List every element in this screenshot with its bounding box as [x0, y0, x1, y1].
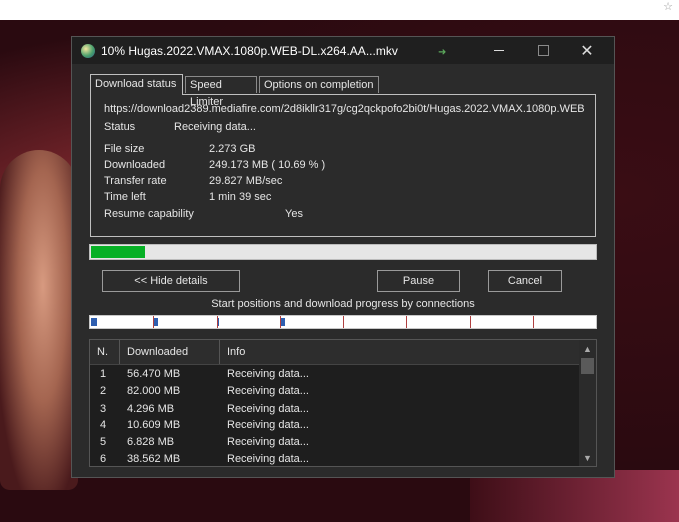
close-button[interactable]: ✕ [564, 37, 610, 64]
row-number: 4 [100, 419, 107, 431]
row-downloaded: 82.000 MB [127, 385, 181, 397]
title-bar[interactable]: 10% Hugas.2022.VMAX.1080p.WEB-DL.x264.AA… [72, 37, 614, 64]
row-info: Receiving data... [227, 419, 309, 431]
transfer-rate-label: Transfer rate [104, 175, 167, 187]
time-left-label: Time left [104, 191, 146, 203]
poster-figure [0, 150, 78, 490]
connection-start-marker [533, 316, 534, 328]
minimize-button[interactable] [476, 37, 522, 64]
column-header-number[interactable]: N. [90, 340, 120, 364]
resume-capability-value: Yes [285, 208, 303, 220]
row-number: 2 [100, 385, 107, 397]
row-number: 6 [100, 453, 107, 465]
download-url: https://download2389.mediafire.com/2d8ik… [104, 103, 584, 115]
row-number: 3 [100, 403, 107, 415]
row-downloaded: 6.828 MB [127, 436, 175, 448]
row-downloaded: 56.470 MB [127, 368, 181, 380]
download-progress-window: 10% Hugas.2022.VMAX.1080p.WEB-DL.x264.AA… [71, 36, 615, 478]
row-info: Receiving data... [227, 368, 309, 380]
tab-download-status[interactable]: Download status [90, 74, 183, 95]
table-row[interactable]: 6 38.562 MB Receiving data... [90, 451, 578, 466]
row-info: Receiving data... [227, 453, 309, 465]
resume-capability-label: Resume capability [104, 208, 194, 220]
browser-top-strip [0, 0, 679, 20]
column-header-downloaded[interactable]: Downloaded [120, 340, 220, 364]
download-status-panel: https://download2389.mediafire.com/2d8ik… [90, 94, 596, 237]
file-size-label: File size [104, 143, 145, 155]
tab-speed-limiter[interactable]: Speed Limiter [185, 76, 257, 108]
downloaded-value: 249.173 MB ( 10.69 % ) [209, 159, 326, 171]
connection-start-marker [406, 316, 407, 328]
connections-table: N. Downloaded Info 1 56.470 MB Receiving… [89, 339, 597, 467]
table-row[interactable]: 2 82.000 MB Receiving data... [90, 383, 578, 400]
connection-progress-segment [218, 318, 219, 326]
status-value: Receiving data... [174, 121, 256, 133]
tab-options-on-completion[interactable]: Options on completion [259, 76, 379, 93]
connection-start-marker [470, 316, 471, 328]
table-row[interactable]: 5 6.828 MB Receiving data... [90, 434, 578, 451]
idm-app-icon [81, 43, 95, 58]
maximize-button[interactable] [520, 37, 566, 64]
download-progress-fill [91, 246, 145, 258]
row-info: Receiving data... [227, 385, 309, 397]
scroll-up-arrow-icon[interactable]: ▲ [579, 340, 596, 357]
status-label: Status [104, 121, 136, 133]
maximize-icon [537, 45, 549, 56]
connection-progress-segment [281, 318, 285, 326]
table-row[interactable]: 4 10.609 MB Receiving data... [90, 417, 578, 434]
downloaded-label: Downloaded [104, 159, 166, 171]
row-number: 5 [100, 436, 107, 448]
row-downloaded: 4.296 MB [127, 403, 175, 415]
cursor-arrow-icon: ➜ [438, 47, 447, 58]
hide-details-button[interactable]: << Hide details [102, 270, 240, 292]
connection-progress-segment [91, 318, 97, 326]
table-header: N. Downloaded Info [90, 340, 580, 365]
pause-button[interactable]: Pause [377, 270, 460, 292]
transfer-rate-value: 29.827 MB/sec [209, 175, 283, 187]
connections-title: Start positions and download progress by… [211, 298, 475, 310]
row-info: Receiving data... [227, 436, 309, 448]
row-info: Receiving data... [227, 403, 309, 415]
cancel-button[interactable]: Cancel [488, 270, 562, 292]
table-scrollbar[interactable]: ▲ ▼ [579, 340, 596, 466]
scroll-down-arrow-icon[interactable]: ▼ [579, 449, 596, 466]
time-left-value: 1 min 39 sec [209, 191, 272, 203]
connections-progress-bar [89, 315, 597, 329]
table-row[interactable]: 1 56.470 MB Receiving data... [90, 366, 578, 383]
bookmark-star-icon[interactable]: ☆ [663, 0, 673, 13]
row-downloaded: 38.562 MB [127, 453, 181, 465]
scroll-thumb[interactable] [581, 358, 594, 374]
close-icon: ✕ [580, 42, 594, 60]
connection-progress-segment [154, 318, 158, 326]
row-downloaded: 10.609 MB [127, 419, 181, 431]
window-title: 10% Hugas.2022.VMAX.1080p.WEB-DL.x264.AA… [101, 43, 398, 58]
column-header-info[interactable]: Info [220, 340, 572, 364]
row-number: 1 [100, 368, 107, 380]
table-row[interactable]: 3 4.296 MB Receiving data... [90, 401, 578, 418]
download-progress-bar [89, 244, 597, 260]
connection-start-marker [343, 316, 344, 328]
minimize-icon [494, 50, 504, 51]
file-size-value: 2.273 GB [209, 143, 256, 155]
